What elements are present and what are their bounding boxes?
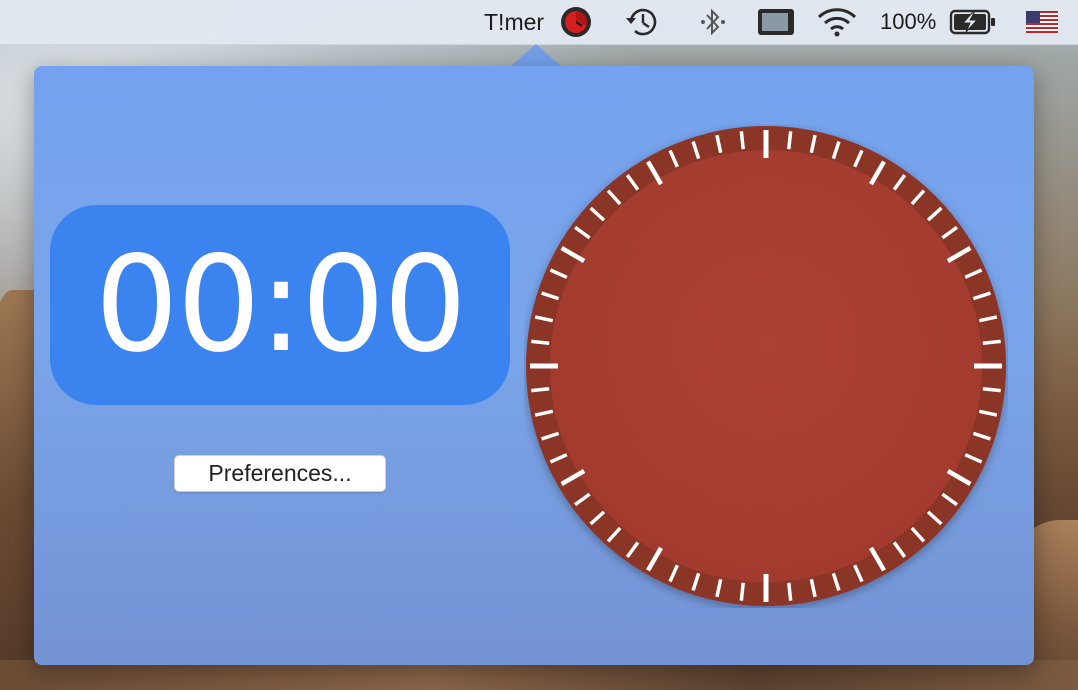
- us-flag-icon[interactable]: [1026, 0, 1058, 44]
- dial-minute-tick: [787, 131, 793, 150]
- battery-percentage[interactable]: 100%: [880, 0, 936, 44]
- wifi-icon[interactable]: [815, 0, 859, 44]
- preferences-button[interactable]: Preferences...: [174, 455, 386, 492]
- timer-popover: 00:00 Preferences...: [34, 66, 1034, 665]
- time-display[interactable]: 00:00: [50, 205, 510, 405]
- timer-dial-icon[interactable]: [560, 0, 592, 44]
- time-machine-icon[interactable]: [623, 0, 663, 44]
- dial-minute-tick: [531, 387, 550, 393]
- dial-minute-tick: [739, 131, 745, 150]
- dial-minute-tick: [982, 387, 1001, 393]
- bluetooth-icon[interactable]: [699, 0, 727, 44]
- timer-dial[interactable]: [524, 124, 1008, 608]
- battery-charging-icon[interactable]: [949, 0, 997, 44]
- dial-face: [550, 150, 982, 582]
- popover-arrow: [510, 44, 562, 67]
- display-mirroring-icon[interactable]: [756, 0, 796, 44]
- menu-bar: T!mer 100%: [0, 0, 1078, 45]
- time-readout: 00:00: [94, 228, 467, 382]
- dial-minute-tick: [982, 339, 1001, 345]
- timer-menu-title[interactable]: T!mer: [484, 0, 544, 44]
- dial-minute-tick: [787, 582, 793, 601]
- dial-minute-tick: [531, 339, 550, 345]
- dial-minute-tick: [739, 582, 745, 601]
